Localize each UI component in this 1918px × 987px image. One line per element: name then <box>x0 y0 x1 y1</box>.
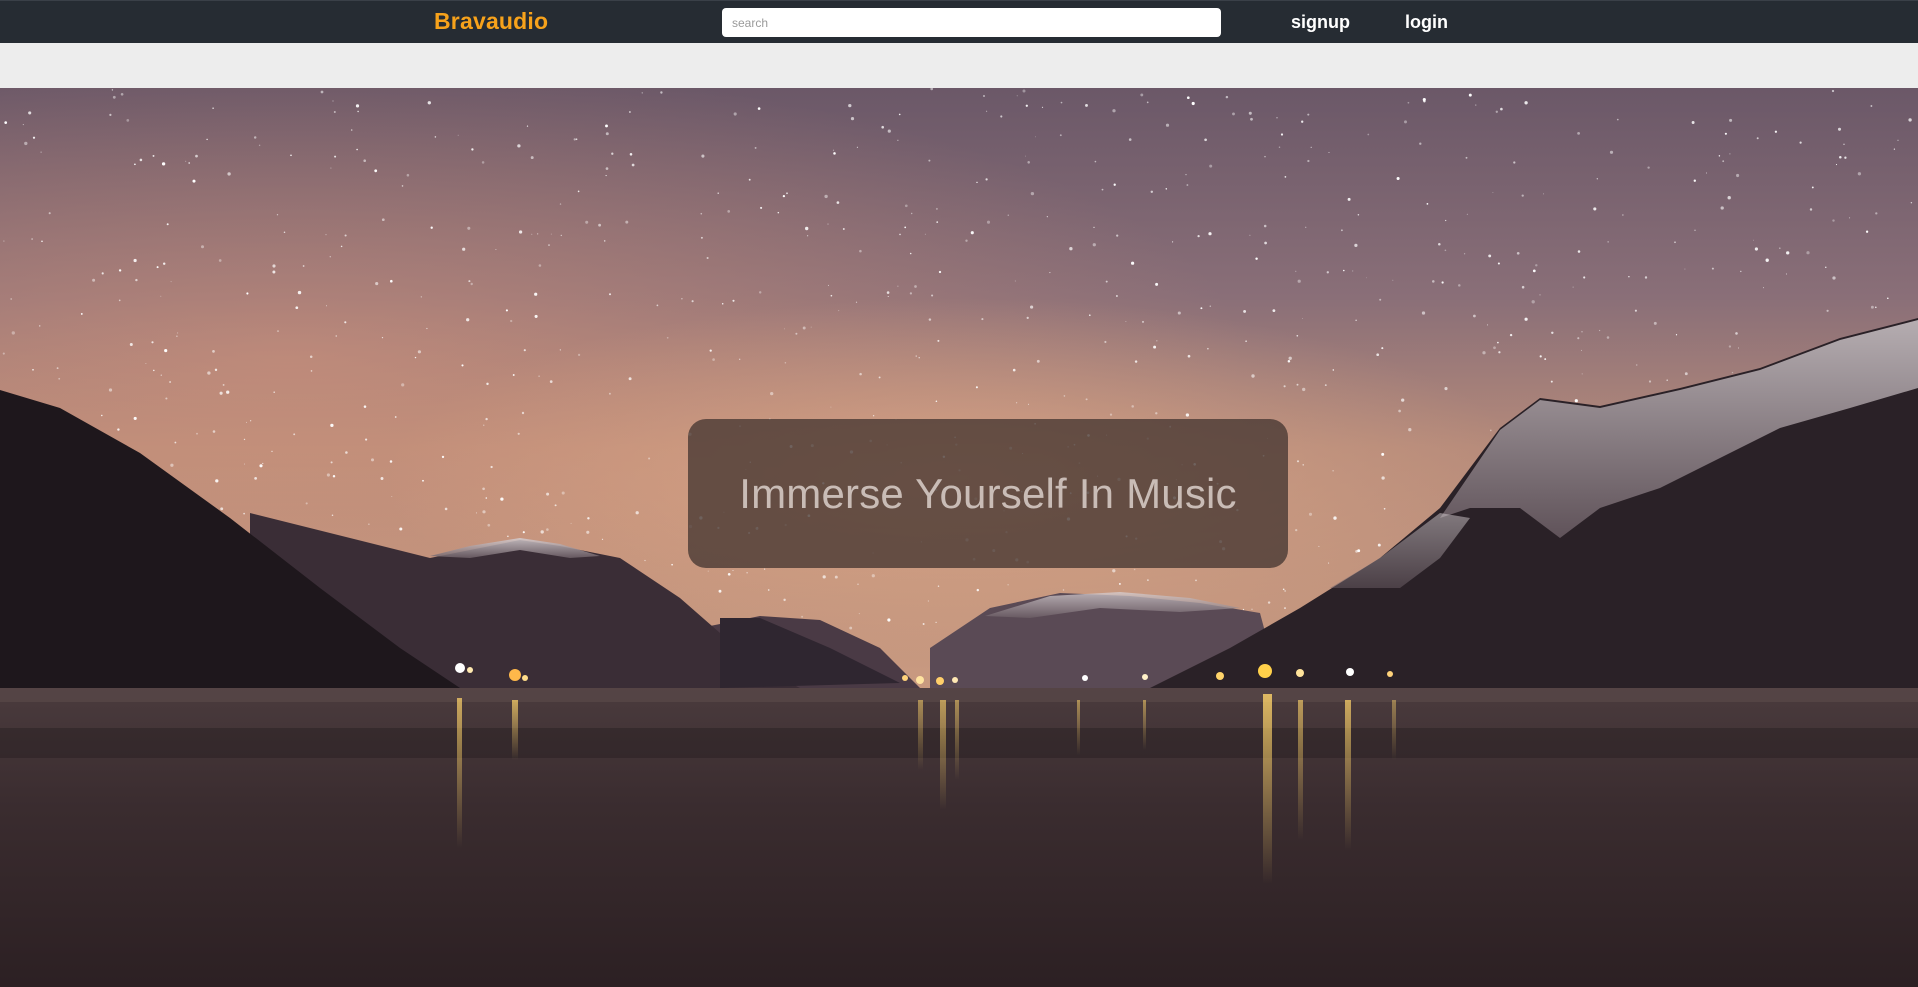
search-input[interactable] <box>722 8 1221 37</box>
top-navbar: Bravaudio signup login <box>0 0 1918 43</box>
hero-section: Immerse Yourself In Music <box>0 88 1918 987</box>
sub-navbar <box>0 43 1918 88</box>
signup-link[interactable]: signup <box>1291 12 1350 33</box>
tagline-panel: Immerse Yourself In Music <box>688 419 1288 568</box>
hero-tagline: Immerse Yourself In Music <box>739 469 1237 517</box>
brand-logo[interactable]: Bravaudio <box>434 8 548 35</box>
login-link[interactable]: login <box>1405 12 1448 33</box>
